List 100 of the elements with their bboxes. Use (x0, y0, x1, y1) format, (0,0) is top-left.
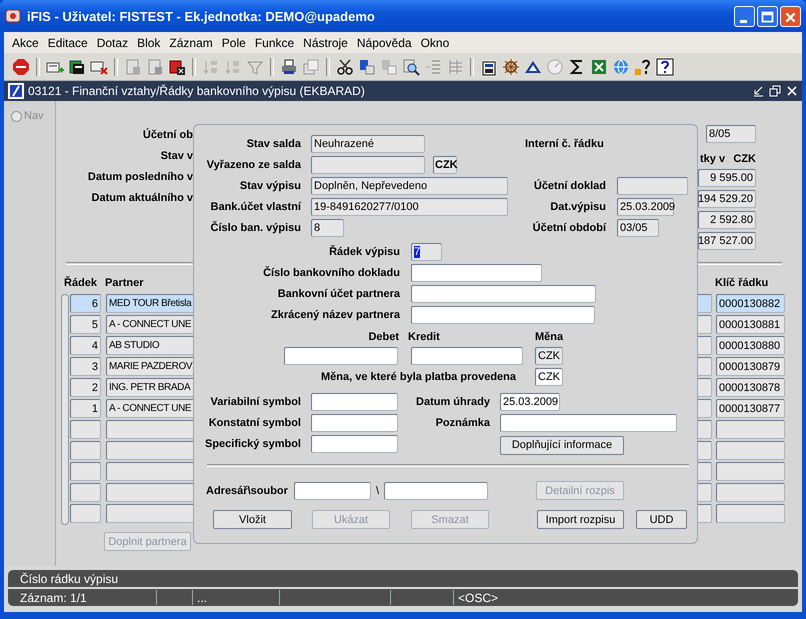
field-label: Účetní období (532, 222, 606, 234)
scissors-icon[interactable] (336, 58, 354, 76)
table-cell[interactable] (716, 483, 785, 502)
close-button[interactable] (780, 6, 801, 26)
table-cell[interactable] (716, 504, 785, 523)
column-label: Debet (367, 331, 399, 343)
nav-radio[interactable] (11, 110, 22, 122)
balance-status-field[interactable]: Neuhrazené (311, 135, 425, 153)
scrollbar[interactable] (61, 294, 69, 525)
statement-status-field[interactable]: Doplněn, Nepřevedeno (311, 177, 508, 195)
help-icon[interactable] (656, 58, 674, 76)
menu-item[interactable]: Nápověda (352, 36, 417, 50)
note-field[interactable] (500, 414, 677, 432)
table-cell[interactable] (716, 462, 785, 481)
input-field[interactable] (311, 156, 425, 174)
field-label: Datum posledního v (88, 170, 193, 184)
menu-item[interactable]: Pole (218, 36, 251, 50)
input-field[interactable] (311, 414, 398, 432)
column-header: Řádek (64, 277, 98, 289)
row-key-cell[interactable]: 0000130879 (716, 357, 785, 376)
path-separator: \ (374, 484, 380, 496)
input-field[interactable] (411, 264, 542, 282)
table-cell[interactable] (70, 420, 101, 439)
row-number-cell[interactable]: 1 (70, 399, 101, 418)
input-field[interactable] (617, 177, 688, 195)
menu-item[interactable]: Akce (8, 36, 44, 50)
dialog-button[interactable]: Import rozpisu (537, 510, 624, 529)
field-label: Interní č. řádku (524, 138, 605, 150)
magnifier-icon[interactable] (402, 58, 420, 76)
row-key-cell[interactable]: 0000130877 (716, 399, 785, 418)
credit-field[interactable] (411, 347, 523, 365)
table-cell[interactable] (70, 462, 101, 481)
amount-field[interactable]: 2 592.80 (698, 211, 756, 229)
menu-item[interactable]: Funkce (250, 36, 300, 50)
row-number-cell[interactable]: 2 (70, 378, 101, 397)
amount-field[interactable]: 9 595.00 (698, 169, 756, 187)
row-number-cell[interactable]: 6 (70, 294, 101, 313)
input-field[interactable] (311, 393, 398, 411)
currency-field[interactable]: CZK (535, 347, 563, 365)
row-key-cell[interactable]: 0000130882 (716, 294, 785, 313)
row-number-cell[interactable]: 3 (70, 357, 101, 376)
document-cancel-icon[interactable] (168, 58, 186, 76)
table-cell[interactable] (716, 441, 785, 460)
table-cell[interactable] (716, 420, 785, 439)
date-field[interactable]: 25.03.2009 (617, 198, 674, 216)
minimize-button[interactable] (734, 6, 755, 26)
printer-icon[interactable] (280, 58, 298, 76)
record-copy-icon[interactable] (68, 58, 86, 76)
row-number-cell[interactable]: 4 (70, 336, 101, 355)
input-field[interactable] (311, 435, 398, 453)
menu-item[interactable]: Záznam (165, 36, 218, 50)
menu-item[interactable]: Dotaz (92, 36, 134, 50)
minimize-icon[interactable] (752, 85, 764, 97)
additional-info-button[interactable]: Doplňující informace (500, 436, 624, 454)
dialog-button[interactable]: UDD (636, 510, 687, 529)
amount-field[interactable]: 194 529.20 (698, 190, 756, 208)
dialog-button[interactable]: Vložit (213, 510, 292, 529)
directory-field[interactable] (294, 482, 371, 500)
column-header: Partner (105, 277, 145, 289)
field-label: Číslo ban. výpisu (210, 222, 301, 234)
input-field[interactable] (411, 285, 596, 303)
table-cell[interactable] (70, 483, 101, 502)
help-icon[interactable] (634, 58, 652, 76)
stop-icon[interactable] (12, 58, 30, 76)
ship-wheel-icon[interactable] (502, 58, 520, 76)
menu-item[interactable]: Blok (133, 36, 166, 50)
field-label: Stav salda (246, 138, 301, 150)
date-field[interactable]: 25.03.2009 (500, 393, 560, 411)
field-label: Specifický symbol (204, 438, 301, 450)
line-number-field[interactable]: 7 (411, 243, 442, 261)
menu-item[interactable]: Nástroje (299, 36, 353, 50)
field-label: Vyřazeno ze salda (206, 159, 301, 171)
currency-field[interactable]: CZK (535, 368, 563, 386)
mode-status: <OSC> (457, 590, 500, 605)
field-label: Stav v (160, 149, 193, 163)
close-icon[interactable] (786, 85, 798, 97)
statement-number-field[interactable]: 8 (311, 219, 344, 237)
period-field[interactable]: 8/05 (706, 125, 756, 143)
debit-field[interactable] (284, 347, 398, 365)
field-label: Bank.účet vlastní (210, 201, 301, 213)
period-field[interactable]: 03/05 (617, 219, 659, 237)
row-number-cell[interactable]: 5 (70, 315, 101, 334)
nav-label: Nav (24, 110, 44, 122)
row-key-cell[interactable]: 0000130878 (716, 378, 785, 397)
menu-item[interactable]: Editace (44, 36, 93, 50)
table-cell[interactable] (70, 441, 101, 460)
table-cell[interactable] (70, 504, 101, 523)
currency-field[interactable]: CZK (433, 156, 457, 174)
row-key-cell[interactable]: 0000130880 (716, 336, 785, 355)
maximize-button[interactable] (757, 6, 778, 26)
restore-icon[interactable] (769, 85, 781, 97)
form-title: 03121 - Finanční vztahy/Řádky bankovního výpisu (EKBARAD) (28, 84, 366, 98)
input-field[interactable] (411, 306, 595, 324)
column-header: Klíč řádku (715, 277, 770, 289)
file-field[interactable] (384, 482, 488, 500)
spreadsheet-icon[interactable] (590, 58, 608, 76)
row-key-cell[interactable]: 0000130881 (716, 315, 785, 334)
bank-account-field[interactable]: 19-8491620277/0100 (311, 198, 508, 216)
menu-item[interactable]: Okno (416, 36, 454, 50)
amount-field[interactable]: 187 527.00 (698, 232, 756, 250)
